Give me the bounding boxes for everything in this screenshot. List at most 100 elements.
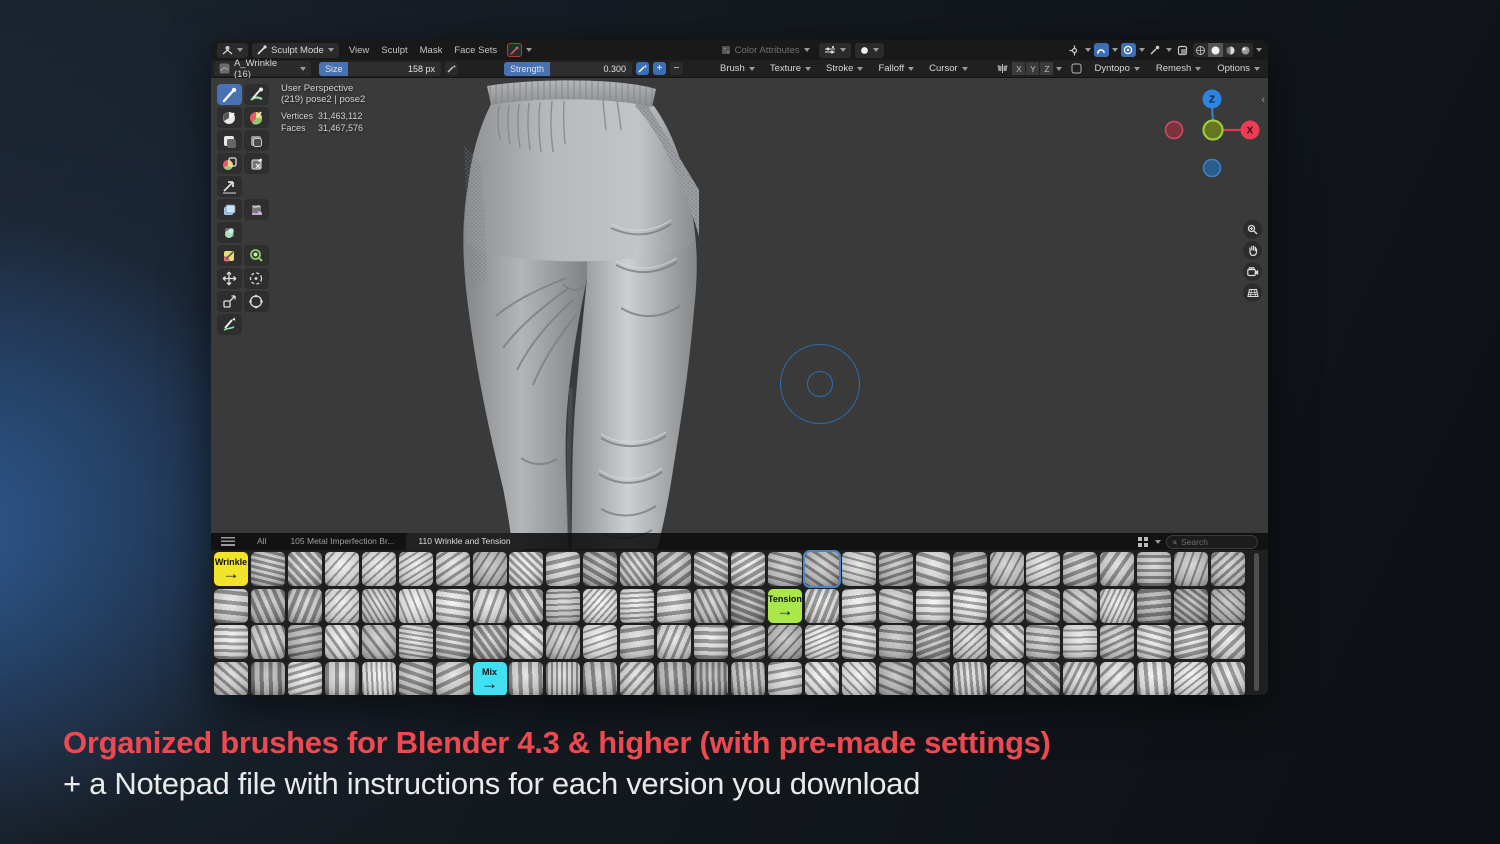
brush-tile[interactable] [214, 661, 248, 695]
gizmo-y-axis[interactable] [1202, 119, 1224, 141]
dropdown-dyntopo[interactable]: Dyntopo [1089, 61, 1144, 76]
zoom-view-button[interactable] [1243, 220, 1262, 239]
brush-tile[interactable] [952, 588, 987, 623]
axis-toggle-y[interactable]: Y [1026, 62, 1040, 75]
brush-tile[interactable] [1026, 625, 1061, 660]
brush-tile[interactable] [546, 552, 581, 586]
brush-tile[interactable] [989, 661, 1024, 695]
menu-face-sets[interactable]: Face Sets [448, 43, 503, 58]
brush-tile[interactable] [509, 588, 544, 623]
axis-toggle-z[interactable]: Z [1040, 62, 1054, 75]
pivot-point-button[interactable] [1067, 43, 1082, 57]
brush-tile[interactable] [915, 552, 950, 586]
gizmo-neg-z-axis[interactable] [1202, 158, 1222, 178]
brush-tile[interactable] [767, 625, 802, 660]
menu-view[interactable]: View [343, 43, 375, 58]
brush-tile[interactable] [1100, 552, 1135, 586]
brush-tile[interactable] [620, 588, 655, 623]
perspective-toggle-button[interactable] [1243, 283, 1262, 302]
tool-mask-button[interactable] [217, 107, 242, 128]
brush-tile[interactable] [657, 552, 692, 586]
navigation-gizmo[interactable]: Z X [1157, 85, 1268, 185]
brush-tile[interactable] [472, 588, 507, 623]
brush-tile[interactable] [250, 661, 285, 695]
brush-tile[interactable] [657, 661, 692, 695]
brush-tile[interactable] [1174, 661, 1209, 695]
eyedropper-button[interactable] [1148, 43, 1163, 57]
strength-pressure-button[interactable] [636, 62, 649, 75]
brush-tile[interactable] [1100, 661, 1135, 695]
brush-tile[interactable] [1026, 552, 1061, 586]
dropdown-brush[interactable]: Brush [715, 61, 760, 76]
brush-select[interactable]: A_Wrinkle (16) [214, 58, 311, 80]
brush-tile[interactable] [435, 552, 470, 586]
brush-asset-button[interactable] [507, 43, 523, 57]
brush-tile[interactable] [1026, 661, 1061, 695]
brush-tile[interactable] [583, 625, 618, 660]
brush-tile[interactable] [583, 661, 618, 695]
brush-tile[interactable] [731, 552, 766, 586]
brush-tile[interactable] [546, 625, 581, 660]
brush-tile[interactable] [804, 625, 839, 660]
brush-tile[interactable] [878, 552, 913, 586]
brush-tile[interactable] [546, 661, 581, 695]
brush-tile[interactable] [250, 552, 285, 586]
brush-tile[interactable] [804, 661, 839, 695]
brush-tile[interactable] [767, 661, 802, 695]
dropdown-falloff[interactable]: Falloff [873, 61, 919, 76]
filter-settings-button[interactable] [818, 42, 851, 58]
brush-tile[interactable] [361, 625, 396, 660]
viewport-3d[interactable]: User Perspective (219) pose2 | pose2 Ver… [211, 78, 1268, 549]
brush-tile[interactable] [214, 625, 248, 660]
color-attributes-select[interactable]: Color Attributes [716, 43, 815, 58]
size-pressure-button[interactable] [445, 62, 458, 75]
toggle-xray-button[interactable] [1175, 43, 1190, 57]
tab-all[interactable]: All [245, 533, 278, 550]
brush-tile[interactable] [1174, 625, 1209, 660]
brush-tile[interactable] [620, 661, 655, 695]
brush-tile[interactable] [1100, 588, 1135, 623]
tool-draw-button[interactable] [217, 84, 242, 105]
brush-tile[interactable] [435, 661, 470, 695]
tool-box-face-set-button[interactable] [217, 153, 242, 174]
brush-tile[interactable] [287, 588, 322, 623]
size-slider[interactable]: Size 158 px [319, 61, 441, 76]
brush-tile[interactable] [1063, 661, 1098, 695]
brush-tile[interactable] [989, 552, 1024, 586]
brush-tile[interactable] [361, 661, 396, 695]
editor-type-button[interactable] [217, 42, 248, 58]
brush-tile[interactable] [620, 552, 655, 586]
vertical-scrollbar[interactable] [1254, 553, 1259, 691]
brush-tile[interactable] [1211, 588, 1246, 623]
brush-tile[interactable] [731, 625, 766, 660]
mode-select[interactable]: Sculpt Mode [252, 42, 339, 58]
menu-icon[interactable] [221, 537, 235, 546]
brush-tile[interactable] [398, 625, 433, 660]
brush-tile[interactable] [1100, 625, 1135, 660]
brush-tile[interactable] [878, 625, 913, 660]
brush-tile[interactable] [472, 552, 507, 586]
search-input[interactable] [1181, 537, 1251, 547]
display-mode-grid-icon[interactable] [1137, 535, 1150, 549]
tool-move-button[interactable] [217, 268, 242, 289]
brush-tile[interactable] [694, 661, 729, 695]
tool-paint-button[interactable] [244, 84, 269, 105]
tool-annotate-button[interactable] [217, 314, 242, 335]
brush-add-button[interactable]: + [653, 62, 666, 75]
brush-tile[interactable] [767, 552, 802, 586]
brush-tile[interactable] [509, 625, 544, 660]
brush-tile[interactable] [583, 552, 618, 586]
solid-shading-button[interactable] [1207, 43, 1223, 57]
brush-tile[interactable] [657, 588, 692, 623]
brush-tile[interactable] [324, 625, 359, 660]
tool-draw-face-sets-button[interactable] [244, 107, 269, 128]
tool-transform-button[interactable] [244, 291, 269, 312]
brush-tile[interactable] [731, 661, 766, 695]
brush-tile[interactable] [1063, 552, 1098, 586]
brush-tile[interactable] [915, 588, 950, 623]
brush-tile[interactable] [324, 661, 359, 695]
brush-tile[interactable] [583, 588, 618, 623]
brush-tile[interactable] [287, 661, 322, 695]
axis-toggle-x[interactable]: X [1012, 62, 1026, 75]
tool-mesh-filter-button[interactable] [217, 199, 242, 220]
